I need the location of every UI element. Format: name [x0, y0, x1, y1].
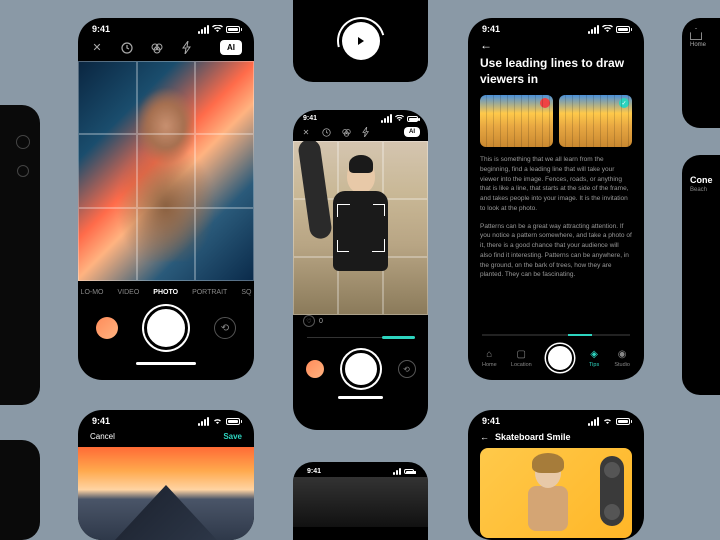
- ai-button[interactable]: AI: [404, 127, 420, 137]
- close-icon[interactable]: ✕: [301, 127, 311, 137]
- timer-icon[interactable]: [321, 127, 331, 137]
- ai-button[interactable]: AI: [220, 40, 242, 55]
- status-bar: 9:41: [293, 462, 428, 477]
- mode-lomo[interactable]: LO-MO: [81, 289, 104, 296]
- article-thumbnails: ✓: [468, 95, 644, 155]
- filter-icon[interactable]: [150, 41, 164, 55]
- composition-grid: [78, 61, 254, 281]
- article-title: Use leading lines to draw viewers in: [468, 56, 644, 95]
- subject-preview: [518, 458, 578, 538]
- status-bar: 9:41: [78, 410, 254, 428]
- partial-phone-right-mid: Cone Beach: [682, 155, 720, 395]
- status-bar: 9:41: [468, 18, 644, 36]
- nav-location[interactable]: ▢Location: [511, 348, 532, 368]
- edit-preview-image[interactable]: [78, 447, 254, 540]
- article-para-2: Patterns can be a great way attracting a…: [480, 222, 632, 281]
- mode-square[interactable]: SQ: [241, 289, 251, 296]
- camera-toolbar: ✕ AI: [78, 36, 254, 61]
- home-icon: [690, 28, 702, 40]
- edit-phone: 9:41 Cancel Save: [78, 410, 254, 540]
- back-button[interactable]: ←: [468, 36, 644, 56]
- partial-phone-right-top: Home: [682, 18, 720, 128]
- switch-camera-icon[interactable]: ⟲: [398, 360, 416, 378]
- location-subtitle: Beach: [690, 187, 720, 193]
- edit-toolbar: Cancel Save: [78, 428, 254, 447]
- status-time: 9:41: [482, 24, 500, 34]
- home-icon: ⌂: [483, 348, 495, 360]
- shutter-button[interactable]: [144, 306, 188, 350]
- studio-icon: ◉: [616, 348, 628, 360]
- camera-center-phone: 9:41 ✕ AI ♡ 0 ⟲: [293, 110, 428, 430]
- partial-phone-left-bottom: [0, 440, 40, 540]
- bulb-icon: ◈: [588, 348, 600, 360]
- save-button[interactable]: Save: [223, 432, 242, 441]
- status-time: 9:41: [307, 468, 321, 475]
- camera-viewfinder[interactable]: [293, 141, 428, 315]
- status-bar: 9:41: [293, 110, 428, 125]
- home-indicator[interactable]: [338, 396, 383, 399]
- close-icon[interactable]: ✕: [90, 41, 104, 55]
- status-time: 9:41: [303, 115, 317, 122]
- nav-shutter-button[interactable]: [546, 344, 574, 372]
- camera-main-phone: 9:41 ✕ AI LO-MO VIDEO PHOTO PORTRAIT SQ …: [78, 18, 254, 380]
- shutter-button[interactable]: [342, 350, 380, 388]
- thumbnail-1[interactable]: [480, 95, 553, 147]
- article-para-1: This is something that we all learn from…: [480, 155, 632, 214]
- camera-mode-tabs: LO-MO VIDEO PHOTO PORTRAIT SQ: [78, 281, 254, 302]
- switch-camera-icon[interactable]: ⟲: [214, 317, 236, 339]
- detail-header: ← Skateboard Smile: [468, 428, 644, 448]
- progress-track[interactable]: [307, 337, 415, 338]
- partial-phone-bottom-center: 9:41: [293, 462, 428, 540]
- status-time: 9:41: [92, 24, 110, 34]
- nav-home[interactable]: ⌂Home: [482, 348, 497, 368]
- arrow-right-icon: [358, 37, 364, 45]
- like-count: 0: [319, 318, 323, 325]
- flash-icon[interactable]: [180, 41, 194, 55]
- nav-home-partial[interactable]: Home: [690, 28, 720, 48]
- gallery-thumbnail[interactable]: [306, 360, 324, 378]
- detail-image[interactable]: [480, 448, 632, 538]
- nav-studio[interactable]: ◉Studio: [614, 348, 630, 368]
- settings-icon[interactable]: [17, 165, 29, 177]
- status-bar: 9:41: [78, 18, 254, 36]
- detail-title: Skateboard Smile: [495, 432, 571, 442]
- map-icon: ▢: [515, 348, 527, 360]
- timer-icon[interactable]: [120, 41, 134, 55]
- partial-phone-left-dark: [0, 105, 40, 405]
- back-icon[interactable]: ←: [480, 432, 489, 442]
- camera-viewfinder[interactable]: [78, 61, 254, 281]
- status-indicators: [198, 25, 240, 34]
- search-icon[interactable]: [16, 135, 30, 149]
- gallery-thumbnail[interactable]: [96, 317, 118, 339]
- check-badge-icon: ✓: [619, 98, 629, 108]
- home-indicator[interactable]: [136, 362, 196, 365]
- filter-icon[interactable]: [341, 127, 351, 137]
- shutter-controls: ⟲: [293, 344, 428, 394]
- focus-bracket: [337, 204, 385, 252]
- article-phone: 9:41 ← Use leading lines to draw viewers…: [468, 18, 644, 380]
- status-time: 9:41: [92, 416, 110, 426]
- location-title: Cone: [690, 175, 720, 185]
- article-body: This is something that we all learn from…: [468, 155, 644, 280]
- reaction-row: ♡ 0: [293, 315, 428, 327]
- capture-progress-button[interactable]: [342, 22, 380, 60]
- mode-portrait[interactable]: PORTRAIT: [192, 289, 227, 296]
- nav-tips[interactable]: ◈Tips: [588, 348, 600, 368]
- bottom-nav: ⌂Home ▢Location ◈Tips ◉Studio: [468, 334, 644, 372]
- detail-phone: 9:41 ← Skateboard Smile: [468, 410, 644, 540]
- mode-photo[interactable]: PHOTO: [153, 289, 178, 296]
- cancel-button[interactable]: Cancel: [90, 432, 115, 441]
- status-time: 9:41: [482, 416, 500, 426]
- capture-progress-phone: [293, 0, 428, 82]
- record-badge-icon: [540, 98, 550, 108]
- flash-icon[interactable]: [361, 127, 371, 137]
- skateboard-prop: [600, 456, 624, 526]
- camera-toolbar: ✕ AI: [293, 125, 428, 141]
- preview-strip: [293, 477, 428, 527]
- heart-icon[interactable]: ♡: [303, 315, 315, 327]
- shutter-controls: ⟲: [78, 302, 254, 360]
- mode-video[interactable]: VIDEO: [118, 289, 140, 296]
- thumbnail-2[interactable]: ✓: [559, 95, 632, 147]
- status-bar: 9:41: [468, 410, 644, 428]
